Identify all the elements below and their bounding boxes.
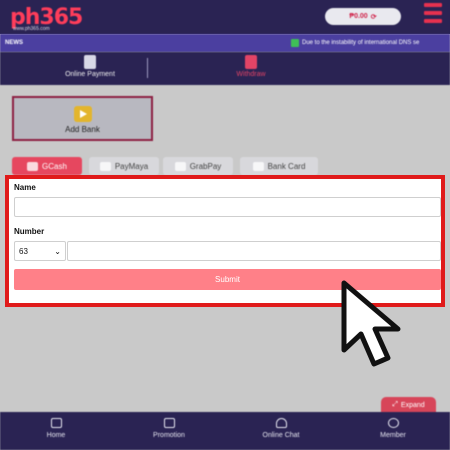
refresh-icon[interactable]: ⟳ bbox=[371, 13, 377, 21]
gcash-icon bbox=[27, 161, 39, 171]
nav-item-home[interactable]: Home bbox=[16, 418, 96, 439]
hamburger-menu-icon[interactable] bbox=[424, 3, 442, 29]
tab-label: Online Payment bbox=[65, 71, 115, 78]
balance-amount: ₱0.00 bbox=[349, 13, 368, 20]
bottom-nav: Home Promotion Online Chat Member bbox=[0, 412, 450, 450]
ewallet-tab-grabpay[interactable]: GrabPay bbox=[163, 157, 233, 175]
paymaya-icon bbox=[99, 161, 111, 171]
nav-item-promotion[interactable]: Promotion bbox=[129, 418, 209, 439]
tab-withdraw[interactable]: Withdraw bbox=[191, 52, 311, 85]
cursor-arrow-icon bbox=[341, 280, 401, 367]
expand-label: Expand bbox=[400, 401, 425, 409]
logo-subtitle: www.ph365.com bbox=[13, 26, 50, 32]
news-ticker: NEWS Due to the instability of internati… bbox=[0, 34, 450, 52]
news-text: Due to the instability of international … bbox=[302, 40, 420, 46]
country-code-select[interactable]: 63 ⌄ bbox=[14, 241, 66, 261]
name-label: Name bbox=[14, 183, 36, 192]
add-bank-label: Add Bank bbox=[65, 125, 100, 134]
checkbox-icon bbox=[291, 39, 299, 47]
chevron-down-icon: ⌄ bbox=[54, 247, 61, 256]
nav-item-online-chat[interactable]: Online Chat bbox=[241, 418, 321, 439]
payment-tabs: Online Payment Withdraw bbox=[0, 52, 450, 85]
tab-divider bbox=[147, 58, 148, 78]
ewallet-label: Bank Card bbox=[267, 161, 306, 171]
tab-online-payment[interactable]: Online Payment bbox=[30, 52, 150, 85]
bank-card-icon bbox=[252, 161, 264, 171]
ewallet-label: GCash bbox=[42, 161, 67, 171]
expand-button[interactable]: ⤢ Expand bbox=[381, 397, 436, 413]
ewallet-tab-gcash[interactable]: GCash bbox=[12, 157, 82, 175]
withdraw-icon bbox=[245, 55, 257, 69]
grabpay-icon bbox=[174, 161, 186, 171]
gift-icon bbox=[163, 418, 175, 428]
balance-pill[interactable]: ₱0.00 ⟳ bbox=[325, 8, 401, 25]
nav-item-member[interactable]: Member bbox=[353, 418, 433, 439]
number-input[interactable] bbox=[67, 241, 441, 261]
add-bank-button[interactable]: Add Bank bbox=[12, 96, 153, 141]
ewallet-label: PayMaya bbox=[114, 161, 149, 171]
nav-label: Member bbox=[380, 432, 406, 439]
add-bank-icon bbox=[73, 106, 92, 122]
news-label: NEWS bbox=[5, 40, 23, 46]
wallet-icon bbox=[84, 55, 96, 69]
expand-icon: ⤢ bbox=[392, 401, 398, 408]
home-icon bbox=[50, 418, 62, 428]
nav-label: Home bbox=[46, 432, 66, 439]
country-code-value: 63 bbox=[19, 246, 28, 256]
ewallet-tab-paymaya[interactable]: PayMaya bbox=[89, 157, 159, 175]
tab-label: Withdraw bbox=[236, 71, 266, 78]
ewallet-tab-bank-card[interactable]: Bank Card bbox=[240, 157, 318, 175]
ewallet-label: GrabPay bbox=[189, 161, 222, 171]
name-input[interactable] bbox=[14, 197, 441, 217]
headset-icon bbox=[275, 418, 287, 428]
top-header: ph365 www.ph365.com ₱0.00 ⟳ bbox=[0, 0, 450, 34]
nav-label: Promotion bbox=[153, 432, 185, 439]
user-icon bbox=[387, 418, 399, 428]
nav-label: Online Chat bbox=[262, 432, 300, 439]
number-label: Number bbox=[14, 227, 45, 236]
